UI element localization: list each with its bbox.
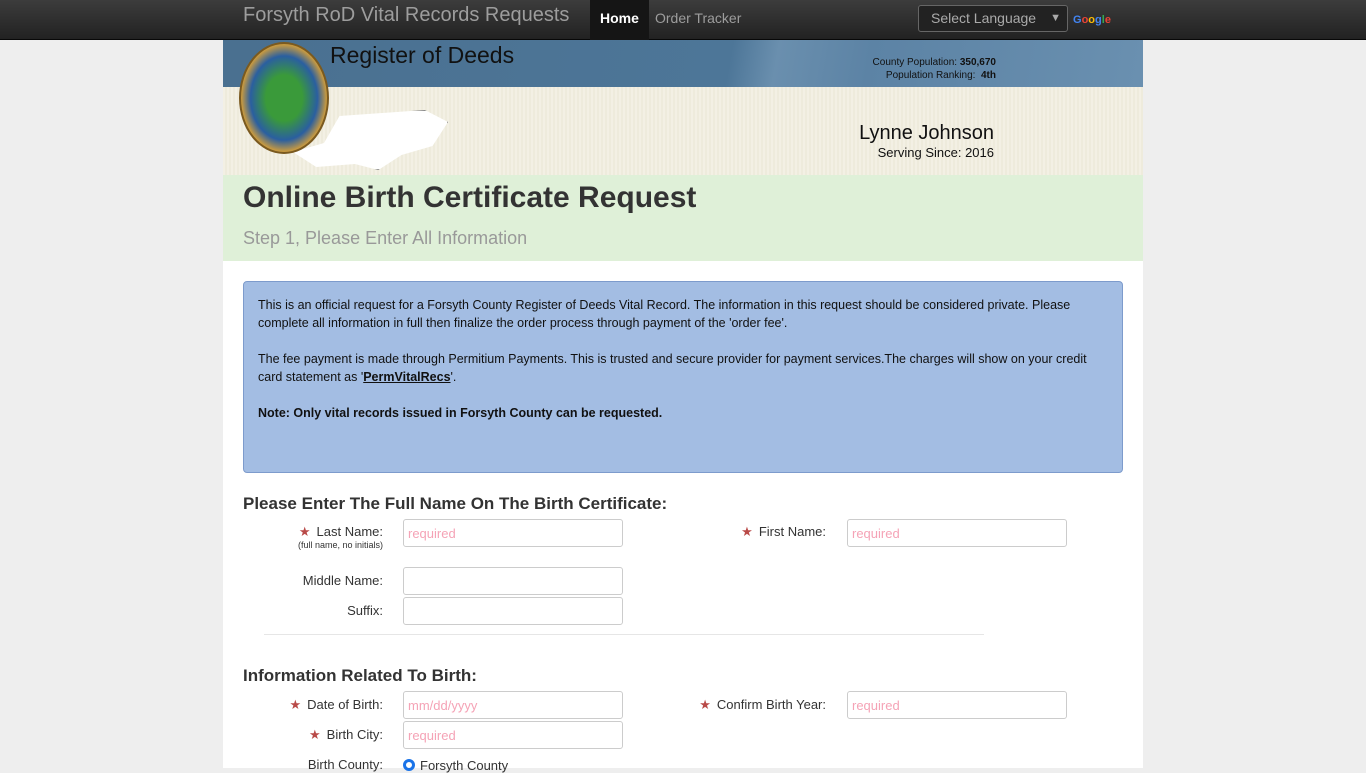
ranking-value: 4th: [981, 70, 996, 81]
population-value: 350,670: [959, 57, 996, 68]
confirm-year-input[interactable]: [847, 691, 1067, 719]
title-panel: Online Birth Certificate Request Step 1,…: [223, 175, 1143, 261]
info-note: Note: Only vital records issued in Forsy…: [258, 406, 663, 420]
step-subtitle: Step 1, Please Enter All Information: [243, 228, 528, 248]
name-section-heading: Please Enter The Full Name On The Birth …: [243, 494, 668, 513]
navbar: Forsyth RoD Vital Records Requests Home …: [0, 0, 1366, 40]
required-star-icon: ★: [298, 524, 311, 539]
last-name-hint: (full name, no initials): [297, 540, 383, 550]
brand-link[interactable]: Forsyth RoD Vital Records Requests: [243, 4, 569, 27]
dob-input[interactable]: [403, 691, 623, 719]
required-star-icon: ★: [699, 697, 711, 712]
required-star-icon: ★: [289, 697, 302, 712]
required-star-icon: ★: [741, 524, 753, 539]
required-star-icon: ★: [309, 727, 321, 742]
radio-label: Forsyth County: [420, 758, 509, 773]
permvitalrecs-link[interactable]: PermVitalRecs: [363, 370, 450, 384]
suffix-label: Suffix:: [347, 603, 383, 618]
radio-selected-icon[interactable]: [403, 759, 415, 771]
population-label: County Population:: [872, 57, 958, 68]
middle-name-label: Middle Name:: [302, 573, 383, 588]
first-name-label: ★ First Name:: [741, 524, 826, 539]
language-select-value: Select Language: [931, 10, 1037, 26]
divider: [264, 634, 984, 635]
last-name-label: ★ Last Name: (full name, no initials): [183, 524, 383, 550]
suffix-input[interactable]: [403, 597, 623, 625]
language-select[interactable]: Select Language ▼: [918, 5, 1068, 32]
register-name: Lynne Johnson: [859, 122, 994, 144]
payment-text-end: '.: [450, 370, 457, 384]
birth-city-label: ★ Birth City:: [309, 727, 383, 742]
serving-year: 2016: [965, 145, 994, 160]
first-name-input[interactable]: [847, 519, 1067, 547]
chevron-down-icon: ▼: [1050, 12, 1061, 24]
nav-order-tracker[interactable]: Order Tracker: [645, 0, 751, 40]
population-info: County Population: 350,670 Population Ra…: [873, 56, 996, 82]
info-paragraph: This is an official request for a Forsyt…: [258, 298, 1071, 330]
birth-county-radio-forsyth[interactable]: Forsyth County: [403, 758, 508, 773]
birth-section-heading: Information Related To Birth:: [243, 666, 477, 685]
info-alert: This is an official request for a Forsyt…: [243, 281, 1123, 473]
county-seal-logo: [239, 42, 329, 154]
middle-name-input[interactable]: [403, 567, 623, 595]
info-paragraph-payment: The fee payment is made through Permitiu…: [258, 350, 1108, 386]
office-title: Register of Deeds: [330, 42, 515, 68]
last-name-input[interactable]: [403, 519, 623, 547]
google-logo: Google: [1073, 14, 1111, 26]
page-title: Online Birth Certificate Request: [243, 181, 697, 214]
confirm-year-label: ★ Confirm Birth Year:: [699, 697, 826, 712]
register-info: Lynne Johnson Serving Since: 2016: [859, 122, 994, 160]
main-container: Register of Deeds County Population: 350…: [223, 40, 1143, 773]
birth-county-label: Birth County:: [307, 757, 383, 772]
ranking-label: Population Ranking:: [885, 70, 976, 81]
dob-label: ★ Date of Birth:: [289, 697, 383, 712]
nav-home[interactable]: Home: [590, 0, 649, 40]
birth-city-input[interactable]: [403, 721, 623, 749]
serving-label: Serving Since:: [877, 145, 962, 160]
